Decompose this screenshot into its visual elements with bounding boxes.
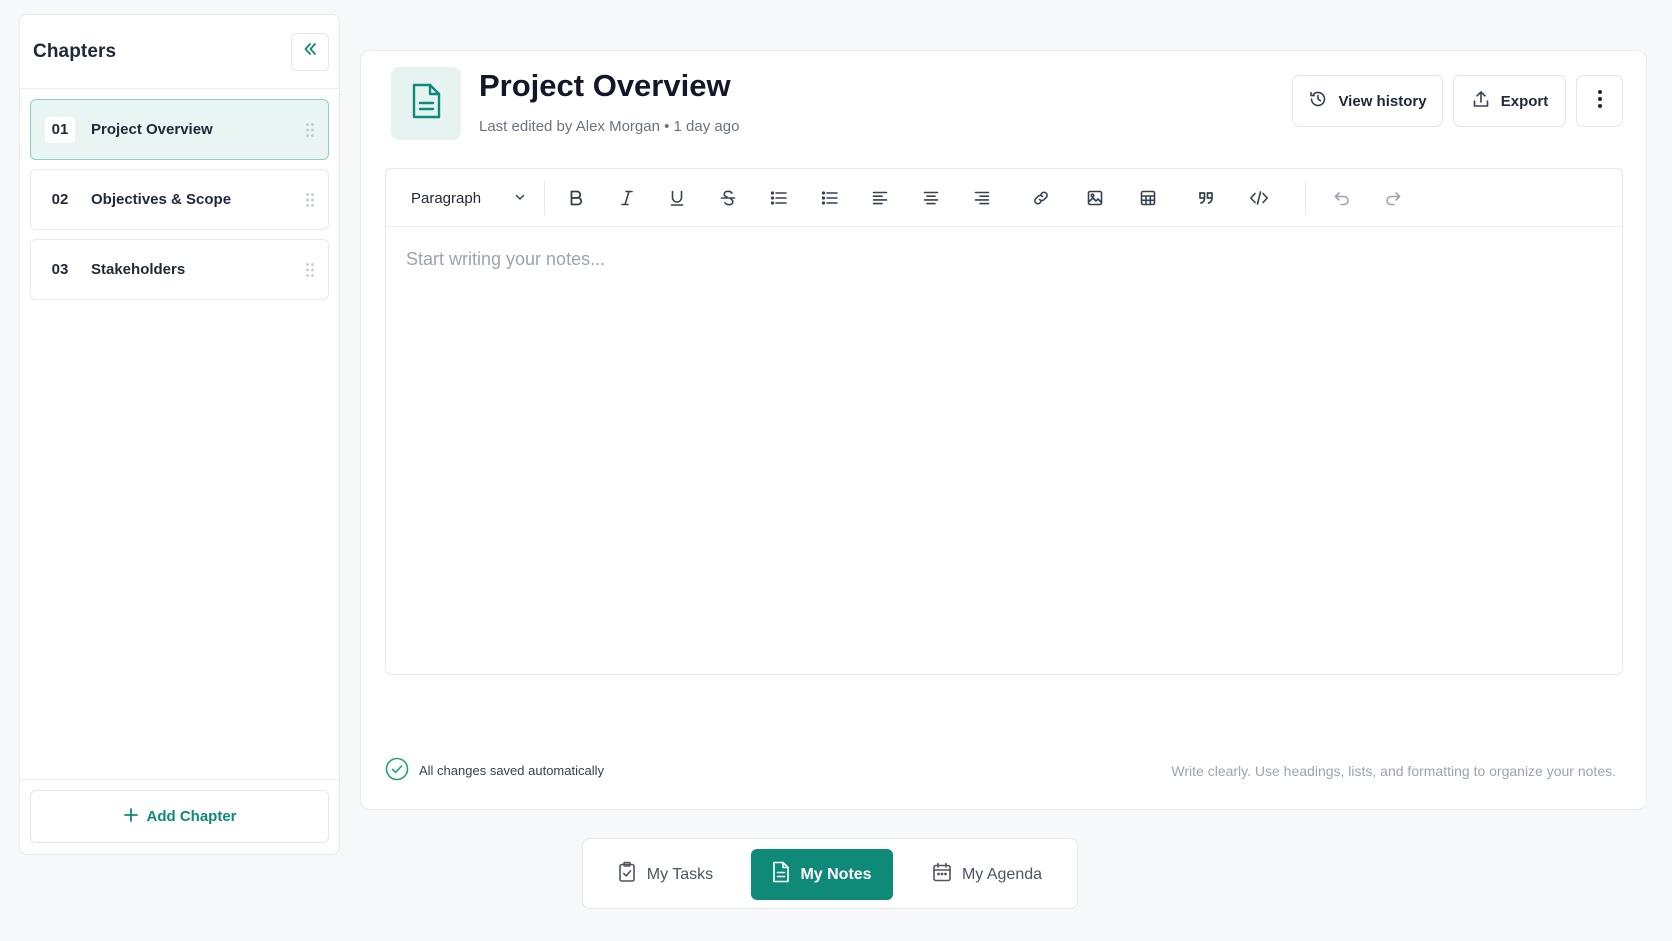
block-type-select[interactable]: Paragraph: [398, 179, 536, 217]
rich-text-editor: Paragraph Start writing your notes...: [385, 168, 1623, 675]
italic-icon[interactable]: [611, 182, 643, 214]
bottom-navigation: My Tasks My Notes My Agenda: [582, 838, 1078, 909]
image-icon[interactable]: [1079, 182, 1111, 214]
bullet-list-icon[interactable]: [763, 182, 795, 214]
bold-icon[interactable]: [560, 182, 592, 214]
editor-content-area[interactable]: Start writing your notes...: [406, 249, 605, 270]
drag-handle-icon[interactable]: [302, 120, 318, 140]
chapter-item-objectives-scope[interactable]: 02 Objectives & Scope: [30, 169, 329, 230]
link-icon[interactable]: [1025, 182, 1057, 214]
sidebar-footer: Add Chapter: [20, 779, 339, 854]
chevron-down-icon: [514, 190, 526, 207]
double-chevron-left-icon: [302, 41, 318, 62]
add-chapter-label: Add Chapter: [146, 808, 237, 825]
nav-label: My Tasks: [646, 865, 714, 883]
plus-icon: [123, 807, 139, 827]
clipboard-check-icon: [617, 861, 637, 888]
document-icon: [409, 82, 443, 125]
chapters-sidebar: Chapters 01 Project Overview 02 Objectiv…: [19, 14, 340, 855]
note-editor-card: Project Overview Last edited by Alex Mor…: [360, 50, 1647, 810]
view-history-button[interactable]: View history: [1292, 75, 1443, 127]
align-left-icon[interactable]: [864, 182, 896, 214]
nav-my-notes[interactable]: My Notes: [751, 849, 893, 900]
chapter-label: Stakeholders: [91, 261, 186, 278]
drag-handle-icon[interactable]: [302, 260, 318, 280]
check-circle-icon: [385, 757, 409, 784]
chapter-label: Objectives & Scope: [91, 191, 232, 208]
view-history-label: View history: [1338, 92, 1427, 110]
sidebar-header: Chapters: [20, 15, 339, 89]
chapter-number: 01: [45, 116, 75, 143]
add-chapter-button[interactable]: Add Chapter: [30, 790, 329, 843]
toolbar-divider: [544, 181, 545, 215]
last-edited-meta: Last edited by Alex Morgan • 1 day ago: [479, 118, 740, 135]
numbered-list-icon[interactable]: [814, 182, 846, 214]
document-title: Project Overview: [479, 68, 731, 103]
document-icon: [772, 861, 790, 888]
code-icon[interactable]: [1243, 182, 1275, 214]
chapter-label: Project Overview: [91, 121, 213, 138]
export-label: Export: [1500, 92, 1549, 110]
chapter-number: 03: [51, 261, 69, 278]
block-type-value: Paragraph: [411, 189, 482, 207]
writing-hint: Write clearly. Use headings, lists, and …: [1171, 763, 1616, 779]
undo-icon[interactable]: [1326, 182, 1358, 214]
redo-icon[interactable]: [1377, 182, 1409, 214]
align-right-icon[interactable]: [966, 182, 998, 214]
export-button[interactable]: Export: [1453, 75, 1566, 127]
underline-icon[interactable]: [661, 182, 693, 214]
toolbar-divider: [1305, 181, 1306, 215]
nav-label: My Notes: [800, 865, 872, 883]
more-options-button[interactable]: [1576, 75, 1623, 127]
nav-my-agenda[interactable]: My Agenda: [928, 849, 1046, 900]
chapter-number: 02: [51, 191, 69, 208]
table-icon[interactable]: [1132, 182, 1164, 214]
nav-my-tasks[interactable]: My Tasks: [613, 849, 717, 900]
save-status-text: All changes saved automatically: [419, 763, 604, 778]
nav-label: My Agenda: [961, 865, 1043, 883]
formatting-toolbar: Paragraph: [386, 169, 1622, 227]
sidebar-title: Chapters: [33, 40, 117, 62]
save-status: All changes saved automatically: [385, 757, 604, 784]
vertical-dots-icon: [1597, 89, 1603, 113]
upload-icon: [1471, 89, 1491, 113]
document-badge: [391, 67, 461, 140]
align-center-icon[interactable]: [915, 182, 947, 214]
chapter-list: 01 Project Overview 02 Objectives & Scop…: [20, 89, 339, 779]
strikethrough-icon[interactable]: [712, 182, 744, 214]
chapter-item-project-overview[interactable]: 01 Project Overview: [30, 99, 329, 160]
quote-icon[interactable]: [1190, 182, 1222, 214]
collapse-sidebar-button[interactable]: [291, 32, 329, 71]
calendar-icon: [932, 862, 952, 887]
chapter-item-stakeholders[interactable]: 03 Stakeholders: [30, 239, 329, 300]
drag-handle-icon[interactable]: [302, 190, 318, 210]
history-icon: [1308, 89, 1328, 113]
